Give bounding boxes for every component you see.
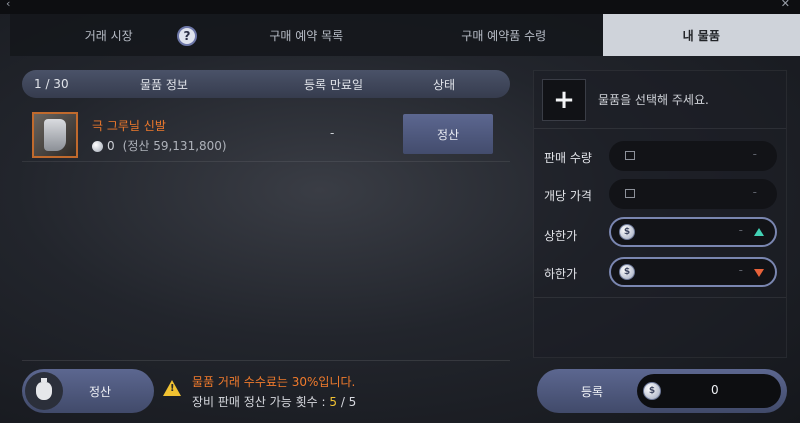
register-amount-value: 0 [711, 383, 719, 397]
sale-quantity-field[interactable]: - [609, 141, 777, 171]
boots-icon [44, 119, 66, 151]
sale-quantity-label: 판매 수량 [544, 151, 592, 165]
money-bag-icon [25, 372, 63, 410]
help-icon[interactable]: ? [177, 26, 197, 46]
add-item-button[interactable]: + [542, 79, 586, 121]
sale-quantity-value: - [752, 147, 757, 161]
warning-icon: ! [163, 380, 181, 396]
lower-limit-label: 하한가 [544, 267, 578, 281]
back-arrow-icon[interactable]: ‹ [6, 0, 10, 10]
item-expiry-date: - [330, 126, 335, 140]
register-amount: $ 0 [637, 374, 781, 408]
unit-price-value: - [752, 185, 757, 199]
column-item-info: 물품 정보 [140, 77, 188, 92]
settle-limit-max: 5 [348, 395, 357, 409]
triangle-down-icon [754, 269, 764, 277]
settle-limit-label: 장비 판매 정산 가능 횟수 : [192, 395, 326, 409]
item-count: 1 / 30 [34, 77, 69, 91]
top-strip: ‹ ✕ [0, 0, 800, 14]
lower-limit-value: - [738, 263, 743, 277]
select-item-prompt: 물품을 선택해 주세요. [598, 93, 709, 107]
tab-my-items[interactable]: 내 물품 [602, 14, 800, 56]
item-amount: 0 [107, 139, 115, 153]
item-settle-note: (정산 59,131,800) [122, 139, 227, 153]
settle-all-label: 정산 [89, 384, 112, 399]
unit-price-label: 개당 가격 [544, 189, 592, 203]
silver-coin-icon: $ [619, 264, 635, 280]
register-label: 등록 [581, 385, 604, 399]
item-price: 0 (정산 59,131,800) [92, 137, 227, 154]
close-icon[interactable]: ✕ [781, 0, 790, 10]
silver-coin-icon [92, 141, 103, 152]
upper-limit-field[interactable]: $ - [609, 217, 777, 247]
keypad-icon [625, 151, 635, 160]
tab-receive-reserved-items[interactable]: 구매 예약품 수령 [405, 14, 603, 56]
column-status: 상태 [433, 77, 456, 92]
tab-purchase-reservation-list[interactable]: 구매 예약 목록 [208, 14, 406, 56]
panel-divider [534, 297, 786, 298]
settle-all-button[interactable]: 정산 [22, 369, 154, 413]
item-name: 극 그루닐 신발 [92, 119, 166, 133]
item-thumbnail [32, 112, 78, 158]
upper-limit-label: 상한가 [544, 229, 578, 243]
silver-coin-icon: $ [643, 382, 661, 400]
fee-notice: 물품 거래 수수료는 30%입니다. [192, 375, 356, 389]
item-settle-button[interactable]: 정산 [403, 114, 493, 154]
silver-coin-icon: $ [619, 224, 635, 240]
list-header: 1 / 30 물품 정보 등록 만료일 상태 [22, 70, 510, 98]
register-button[interactable]: 등록 $ 0 [537, 369, 787, 413]
keypad-icon [625, 189, 635, 198]
market-tabs: 거래 시장 구매 예약 목록 구매 예약품 수령 내 물품 ? [10, 14, 800, 56]
settle-limit: 장비 판매 정산 가능 횟수 : 5 / 5 [192, 393, 356, 410]
divider [22, 360, 510, 361]
lower-limit-field[interactable]: $ - [609, 257, 777, 287]
list-item[interactable]: 극 그루닐 신발 0 (정산 59,131,800) - 정산 [22, 108, 510, 162]
item-select-row[interactable]: + 물품을 선택해 주세요. [534, 71, 786, 129]
settle-limit-current: 5 [329, 395, 337, 409]
register-panel: + 물품을 선택해 주세요. 판매 수량 - 개당 가격 - 상한가 $ - 하… [533, 70, 787, 358]
unit-price-field[interactable]: - [609, 179, 777, 209]
triangle-up-icon [754, 228, 764, 236]
column-expiry-date: 등록 만료일 [304, 77, 364, 92]
settle-limit-separator: / [337, 395, 349, 409]
upper-limit-value: - [738, 223, 743, 237]
